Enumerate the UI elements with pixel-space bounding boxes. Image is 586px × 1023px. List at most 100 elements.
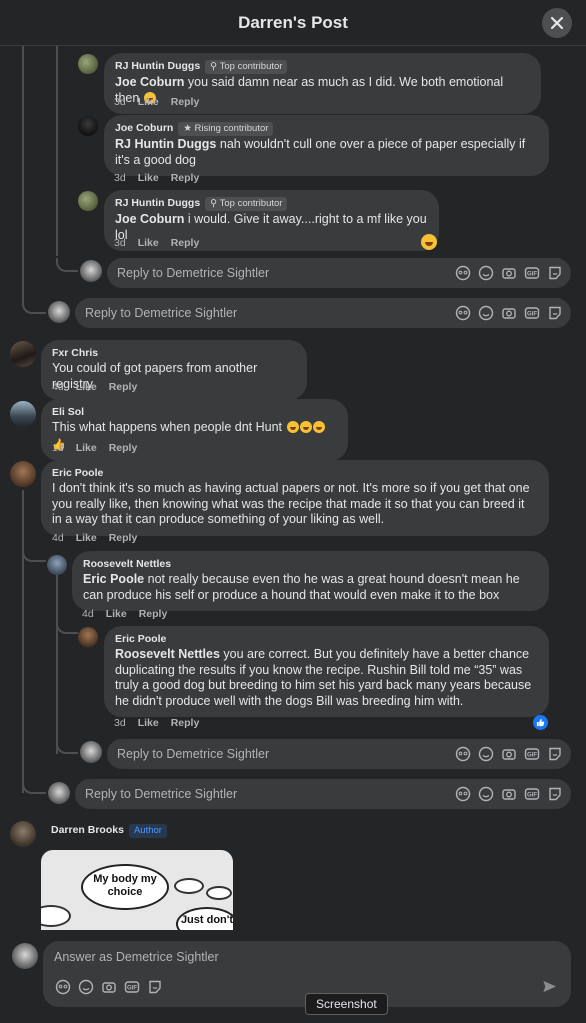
gif-icon[interactable]: GIF xyxy=(524,786,540,802)
avatar xyxy=(80,260,102,282)
mention-link[interactable]: Joe Coburn xyxy=(115,75,184,89)
avatar[interactable] xyxy=(78,627,98,647)
camera-icon[interactable] xyxy=(101,979,117,995)
avatar[interactable] xyxy=(78,116,98,136)
reply-button[interactable]: Reply xyxy=(109,442,138,454)
avatar[interactable] xyxy=(10,401,36,427)
avatar-icon[interactable] xyxy=(455,786,471,802)
camera-icon[interactable] xyxy=(501,786,517,802)
mention-link[interactable]: RJ Huntin Duggs xyxy=(115,137,216,151)
comment-author[interactable]: Eli Sol xyxy=(52,406,336,419)
comment-actions: 4d Like Reply xyxy=(82,608,179,620)
emoji-icon[interactable] xyxy=(478,265,494,281)
timestamp[interactable]: 3d xyxy=(114,172,126,184)
svg-text:GIF: GIF xyxy=(527,753,537,759)
reply-button[interactable]: Reply xyxy=(171,717,200,729)
comment-actions: 1d Like Reply xyxy=(52,442,149,454)
comment-author[interactable]: RJ Huntin Duggs xyxy=(115,197,200,209)
emoji-icon[interactable] xyxy=(78,979,94,995)
camera-icon[interactable] xyxy=(501,265,517,281)
emoji-icon[interactable] xyxy=(478,786,494,802)
composer-placeholder: Answer as Demetrice Sightler xyxy=(54,950,219,964)
reply-button[interactable]: Reply xyxy=(171,172,200,184)
comment-author[interactable]: Roosevelt Nettles xyxy=(83,558,537,571)
timestamp[interactable]: 3d xyxy=(114,96,126,108)
timestamp[interactable]: 3d xyxy=(114,717,126,729)
reply-button[interactable]: Reply xyxy=(109,381,138,393)
cloud-decoration xyxy=(206,886,232,900)
timestamp[interactable]: 4d xyxy=(52,381,64,393)
reply-input[interactable]: Reply to Demetrice Sightler GIF xyxy=(107,258,571,288)
avatar[interactable] xyxy=(78,54,98,74)
comment-author[interactable]: Fxr Chris xyxy=(52,347,295,360)
sticker-icon[interactable] xyxy=(547,265,563,281)
contributor-badge: ★ Rising contributor xyxy=(178,122,274,136)
avatar-icon[interactable] xyxy=(455,305,471,321)
like-button[interactable]: Like xyxy=(76,532,97,544)
avatar[interactable] xyxy=(10,341,36,367)
comment-text: This what happens when people dnt Hunt xyxy=(52,420,283,434)
avatar-icon[interactable] xyxy=(455,746,471,762)
close-button[interactable] xyxy=(542,8,572,38)
like-button[interactable]: Like xyxy=(138,717,159,729)
sticker-icon[interactable] xyxy=(547,305,563,321)
reply-button[interactable]: Reply xyxy=(109,532,138,544)
like-reaction[interactable] xyxy=(533,715,548,730)
reply-toolbar: GIF xyxy=(455,786,563,802)
like-button[interactable]: Like xyxy=(138,237,159,249)
camera-icon[interactable] xyxy=(501,305,517,321)
comment-image[interactable]: My body my choice Just don't xyxy=(41,850,233,930)
comment-author[interactable]: Eric Poole xyxy=(115,633,537,646)
avatar[interactable] xyxy=(10,821,36,847)
emoji-icon[interactable] xyxy=(478,746,494,762)
mention-link[interactable]: Roosevelt Nettles xyxy=(115,647,220,661)
haha-reaction-icon[interactable] xyxy=(421,234,437,250)
sticker-icon[interactable] xyxy=(147,979,163,995)
like-button[interactable]: Like xyxy=(76,442,97,454)
reply-input[interactable]: Reply to Demetrice Sightler GIF xyxy=(75,779,571,809)
timestamp[interactable]: 4d xyxy=(52,532,64,544)
comment-bubble: Roosevelt Nettles Eric Poole not really … xyxy=(72,551,549,611)
avatar-icon[interactable] xyxy=(455,265,471,281)
avatar xyxy=(48,301,70,323)
timestamp[interactable]: 1d xyxy=(52,442,64,454)
comment-author[interactable]: RJ Huntin Duggs xyxy=(115,60,200,72)
sticker-icon[interactable] xyxy=(547,746,563,762)
like-button[interactable]: Like xyxy=(138,172,159,184)
timestamp[interactable]: 4d xyxy=(82,608,94,620)
thread-connector xyxy=(22,780,46,794)
reply-button[interactable]: Reply xyxy=(139,608,168,620)
emoji-icon[interactable] xyxy=(478,305,494,321)
avatar-icon[interactable] xyxy=(55,979,71,995)
gif-icon[interactable]: GIF xyxy=(524,305,540,321)
mention-link[interactable]: Joe Coburn xyxy=(115,212,184,226)
thread-connector xyxy=(56,740,78,754)
reply-button[interactable]: Reply xyxy=(171,96,200,108)
comment-author[interactable]: Eric Poole xyxy=(52,467,537,480)
thread-line xyxy=(22,46,24,303)
gif-icon[interactable]: GIF xyxy=(124,979,140,995)
reply-input[interactable]: Reply to Demetrice Sightler GIF xyxy=(75,298,571,328)
like-button[interactable]: Like xyxy=(76,381,97,393)
gif-icon[interactable]: GIF xyxy=(524,746,540,762)
like-button[interactable]: Like xyxy=(138,96,159,108)
sticker-icon[interactable] xyxy=(547,786,563,802)
mention-link[interactable]: Eric Poole xyxy=(83,572,144,586)
comment-actions: 3d Like Reply xyxy=(114,172,211,184)
comment-author[interactable]: Joe Coburn xyxy=(115,122,173,134)
comment-author[interactable]: Darren Brooks xyxy=(51,824,124,836)
avatar[interactable] xyxy=(78,191,98,211)
reply-button[interactable]: Reply xyxy=(171,237,200,249)
like-button[interactable]: Like xyxy=(106,608,127,620)
reply-input[interactable]: Reply to Demetrice Sightler GIF xyxy=(107,739,571,769)
avatar[interactable] xyxy=(47,555,67,575)
reply-placeholder: Reply to Demetrice Sightler xyxy=(117,266,270,280)
timestamp[interactable]: 3d xyxy=(114,237,126,249)
camera-icon[interactable] xyxy=(501,746,517,762)
avatar[interactable] xyxy=(10,461,36,487)
gif-icon[interactable]: GIF xyxy=(524,265,540,281)
send-icon[interactable] xyxy=(542,979,557,994)
composer-toolbar: GIF xyxy=(55,979,163,995)
avatar xyxy=(48,782,70,804)
thread-connector xyxy=(56,258,78,272)
